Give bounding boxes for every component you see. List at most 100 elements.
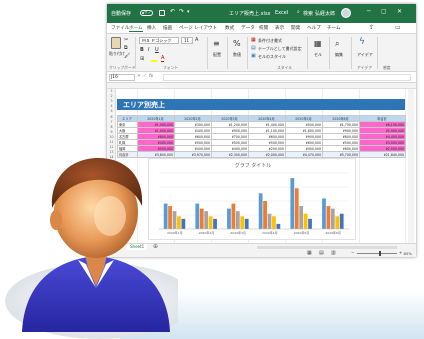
menu-page-layout[interactable]: ページ レイアウト <box>179 25 217 31</box>
confirm-entry-icon[interactable]: ✓ <box>143 74 147 79</box>
format-painter-icon[interactable]: 🖌 <box>124 53 130 59</box>
menu-insert[interactable]: 挿入 <box>147 25 156 31</box>
chart-bar[interactable] <box>263 201 267 229</box>
conditional-format-button[interactable]: 条件付き書式 <box>258 38 282 44</box>
undo-icon[interactable]: ↶ <box>170 8 175 15</box>
cells-button[interactable]: セル <box>314 52 322 58</box>
paste-button[interactable]: 貼り付け <box>109 51 125 57</box>
menu-team[interactable]: チーム <box>327 25 341 31</box>
paste-icon[interactable] <box>111 37 121 49</box>
chart-bar[interactable] <box>290 178 295 229</box>
fx-icon[interactable]: fx <box>149 74 153 79</box>
table-format-icon[interactable]: ▤ <box>251 45 256 51</box>
menu-file[interactable]: ファイル <box>111 25 129 31</box>
chart-bar[interactable] <box>213 218 217 229</box>
minimize-icon[interactable]: ─ <box>367 8 371 15</box>
ideas-button[interactable]: アイデア <box>357 52 373 58</box>
chart-bar[interactable] <box>308 218 312 229</box>
chart-bar[interactable] <box>231 203 236 229</box>
chart-bar[interactable] <box>303 213 308 229</box>
menu-developer[interactable]: 開発 <box>291 25 300 31</box>
save-icon[interactable] <box>159 10 165 16</box>
name-box[interactable]: J16 <box>109 74 135 81</box>
chart-bar[interactable] <box>195 203 200 229</box>
row-number[interactable]: 7 <box>107 120 116 124</box>
row-number[interactable]: 1 <box>107 89 116 93</box>
borders-icon[interactable]: ⊞ <box>140 56 144 62</box>
share-icon[interactable]: ⇪ <box>369 24 374 31</box>
close-icon[interactable]: ✕ <box>397 8 402 15</box>
zoom-in-icon[interactable]: + <box>399 250 402 255</box>
row-number[interactable]: 4 <box>107 104 116 108</box>
formula-input[interactable] <box>163 74 411 81</box>
chart-bar[interactable] <box>267 213 272 229</box>
normal-view-icon[interactable]: ▦ <box>307 250 312 256</box>
number-button[interactable]: 数値 <box>233 52 241 58</box>
font-color-icon[interactable]: A <box>161 55 165 62</box>
chart-bar[interactable] <box>335 216 340 229</box>
bar-chart[interactable]: グラフ タイトル 2020年1月 2020年2月 2020年3月 2020年4月 202… <box>148 158 356 240</box>
menu-formulas[interactable]: 数式 <box>225 25 234 31</box>
chart-bar[interactable] <box>181 218 186 229</box>
total-cell[interactable]: ¥4,470,000 <box>285 151 323 158</box>
table-format-button[interactable]: テーブルとして書式設定 <box>258 46 302 52</box>
customize-qat-icon[interactable]: ▾ <box>187 9 190 15</box>
cell-styles-icon[interactable]: ▣ <box>251 53 256 59</box>
chart-bar[interactable] <box>227 208 231 229</box>
menu-review[interactable]: 校閲 <box>259 25 268 31</box>
zoom-slider-track[interactable] <box>357 253 397 254</box>
cell-styles-button[interactable]: セルのスタイル <box>258 54 286 60</box>
search-label[interactable]: 検索 <box>303 10 313 17</box>
row-number[interactable]: 8 <box>107 125 116 129</box>
menu-view[interactable]: 表示 <box>275 25 284 31</box>
cells-icon[interactable]: ▦ <box>314 39 322 48</box>
chart-bar[interactable] <box>240 216 245 229</box>
chart-bar[interactable] <box>244 218 249 229</box>
grow-font-icon[interactable]: A <box>195 37 198 43</box>
row-number[interactable]: 2 <box>107 94 116 98</box>
user-avatar[interactable] <box>341 8 351 18</box>
zoom-out-icon[interactable]: − <box>351 250 354 255</box>
chart-bar[interactable] <box>294 188 299 229</box>
chart-bar[interactable] <box>276 223 281 229</box>
editing-button[interactable]: 編集 <box>335 52 343 58</box>
italic-icon[interactable]: I <box>148 47 149 53</box>
menu-home[interactable]: ホーム <box>129 25 143 32</box>
search-edit-icon[interactable]: ⌕ <box>335 39 339 49</box>
fill-color-icon[interactable] <box>151 57 157 62</box>
comments-icon[interactable]: ▭ <box>395 24 401 31</box>
search-icon[interactable]: ⌕ <box>297 9 300 15</box>
page-layout-view-icon[interactable]: ▤ <box>319 250 324 256</box>
total-cell[interactable]: ¥21,840,000 <box>359 151 406 158</box>
copy-icon[interactable]: ⧉ <box>124 45 128 51</box>
vertical-scrollbar[interactable] <box>408 89 414 243</box>
chart-bar[interactable] <box>322 198 326 229</box>
total-cell[interactable]: ¥3,970,000 <box>174 151 212 158</box>
font-name-select[interactable]: ＭＳ Ｐゴシック <box>139 37 179 44</box>
row-number[interactable]: 5 <box>107 109 116 113</box>
chart-bar[interactable] <box>199 208 204 229</box>
percent-icon[interactable]: % <box>233 39 241 48</box>
page-break-view-icon[interactable]: ▥ <box>331 250 336 256</box>
chart-bar[interactable] <box>204 211 209 229</box>
alignment-icon[interactable]: ≡ <box>213 39 220 48</box>
row-number[interactable]: 9 <box>107 130 116 134</box>
total-cell[interactable]: ¥5,700,000 <box>322 151 360 158</box>
chart-bar[interactable] <box>326 206 331 229</box>
horizontal-scrollbar[interactable] <box>257 246 397 249</box>
maximize-icon[interactable]: ▢ <box>381 8 387 15</box>
row-number[interactable]: 3 <box>107 99 116 103</box>
bold-icon[interactable]: B <box>140 47 144 53</box>
total-cell[interactable]: ¥2,300,000 <box>211 151 249 158</box>
chart-bar[interactable] <box>339 213 344 229</box>
menu-help[interactable]: ヘルプ <box>307 25 321 31</box>
chart-bar[interactable] <box>258 193 263 229</box>
chart-bar[interactable] <box>299 206 304 229</box>
redo-icon[interactable]: ↷ <box>179 8 184 15</box>
conditional-format-icon[interactable]: ▦ <box>251 37 256 43</box>
zoom-level[interactable]: 85% <box>404 251 412 256</box>
total-cell[interactable]: ¥2,000,000 <box>248 151 286 158</box>
menu-data[interactable]: データ <box>241 25 255 31</box>
chart-bar[interactable] <box>235 211 240 229</box>
alignment-button[interactable]: 配置 <box>213 52 221 58</box>
